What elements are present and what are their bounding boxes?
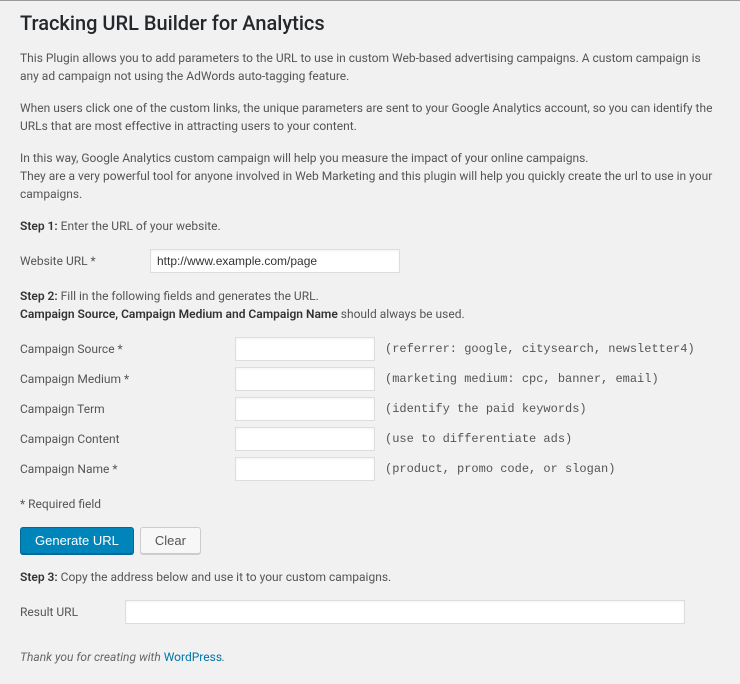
step3-desc: Copy the address below and use it to you…	[58, 570, 392, 584]
page-wrap: Tracking URL Builder for Analytics This …	[0, 11, 740, 684]
intro-paragraph-1: This Plugin allows you to add parameters…	[20, 49, 720, 85]
intro-paragraph-2: When users click one of the custom links…	[20, 99, 720, 135]
step3-label: Step 3:	[20, 570, 58, 584]
campaign-medium-row: Campaign Medium * (marketing medium: cpc…	[20, 367, 720, 391]
intro-p3b: They are a very powerful tool for anyone…	[20, 169, 712, 201]
step2-bold-text: Campaign Source, Campaign Medium and Cam…	[20, 307, 338, 321]
step2-label: Step 2:	[20, 289, 58, 303]
step2-rest: should always be used.	[338, 307, 465, 321]
step3-text: Step 3: Copy the address below and use i…	[20, 568, 720, 586]
campaign-source-hint: (referrer: google, citysearch, newslette…	[385, 342, 695, 356]
wordpress-link[interactable]: WordPress	[164, 650, 222, 664]
campaign-fields-group: Campaign Source * (referrer: google, cit…	[20, 337, 720, 481]
step1-desc: Enter the URL of your website.	[58, 219, 221, 233]
step2-text: Step 2: Fill in the following fields and…	[20, 287, 720, 323]
result-url-input[interactable]	[125, 600, 685, 624]
step1-text: Step 1: Enter the URL of your website.	[20, 217, 720, 235]
campaign-content-label: Campaign Content	[20, 432, 235, 446]
page-title: Tracking URL Builder for Analytics	[20, 11, 720, 35]
step1-label: Step 1:	[20, 219, 58, 233]
campaign-source-label: Campaign Source *	[20, 342, 235, 356]
result-url-row: Result URL	[20, 600, 720, 624]
button-row: Generate URL Clear	[20, 527, 720, 554]
campaign-content-row: Campaign Content (use to differentiate a…	[20, 427, 720, 451]
website-url-input[interactable]	[150, 249, 400, 273]
campaign-name-row: Campaign Name * (product, promo code, or…	[20, 457, 720, 481]
footer-prefix: Thank you for creating with	[20, 650, 164, 664]
top-divider	[0, 0, 740, 1]
campaign-content-hint: (use to differentiate ads)	[385, 432, 572, 446]
campaign-name-input[interactable]	[235, 457, 375, 481]
footer-suffix: .	[222, 650, 225, 664]
campaign-term-label: Campaign Term	[20, 402, 235, 416]
campaign-medium-hint: (marketing medium: cpc, banner, email)	[385, 372, 659, 386]
intro-paragraph-3: In this way, Google Analytics custom cam…	[20, 149, 720, 203]
campaign-medium-input[interactable]	[235, 367, 375, 391]
campaign-source-input[interactable]	[235, 337, 375, 361]
generate-url-button[interactable]: Generate URL	[20, 527, 134, 554]
campaign-term-row: Campaign Term (identify the paid keyword…	[20, 397, 720, 421]
intro-p3a: In this way, Google Analytics custom cam…	[20, 151, 588, 165]
campaign-term-input[interactable]	[235, 397, 375, 421]
campaign-name-hint: (product, promo code, or slogan)	[385, 462, 615, 476]
website-url-row: Website URL *	[20, 249, 720, 273]
result-url-label: Result URL	[20, 605, 125, 619]
campaign-medium-label: Campaign Medium *	[20, 372, 235, 386]
campaign-source-row: Campaign Source * (referrer: google, cit…	[20, 337, 720, 361]
step2-desc: Fill in the following fields and generat…	[58, 289, 319, 303]
campaign-name-label: Campaign Name *	[20, 462, 235, 476]
campaign-term-hint: (identify the paid keywords)	[385, 402, 587, 416]
website-url-label: Website URL *	[20, 254, 150, 268]
campaign-content-input[interactable]	[235, 427, 375, 451]
clear-button[interactable]: Clear	[140, 527, 201, 554]
required-field-note: * Required field	[20, 495, 720, 513]
footer-credit: Thank you for creating with WordPress.	[20, 650, 720, 664]
